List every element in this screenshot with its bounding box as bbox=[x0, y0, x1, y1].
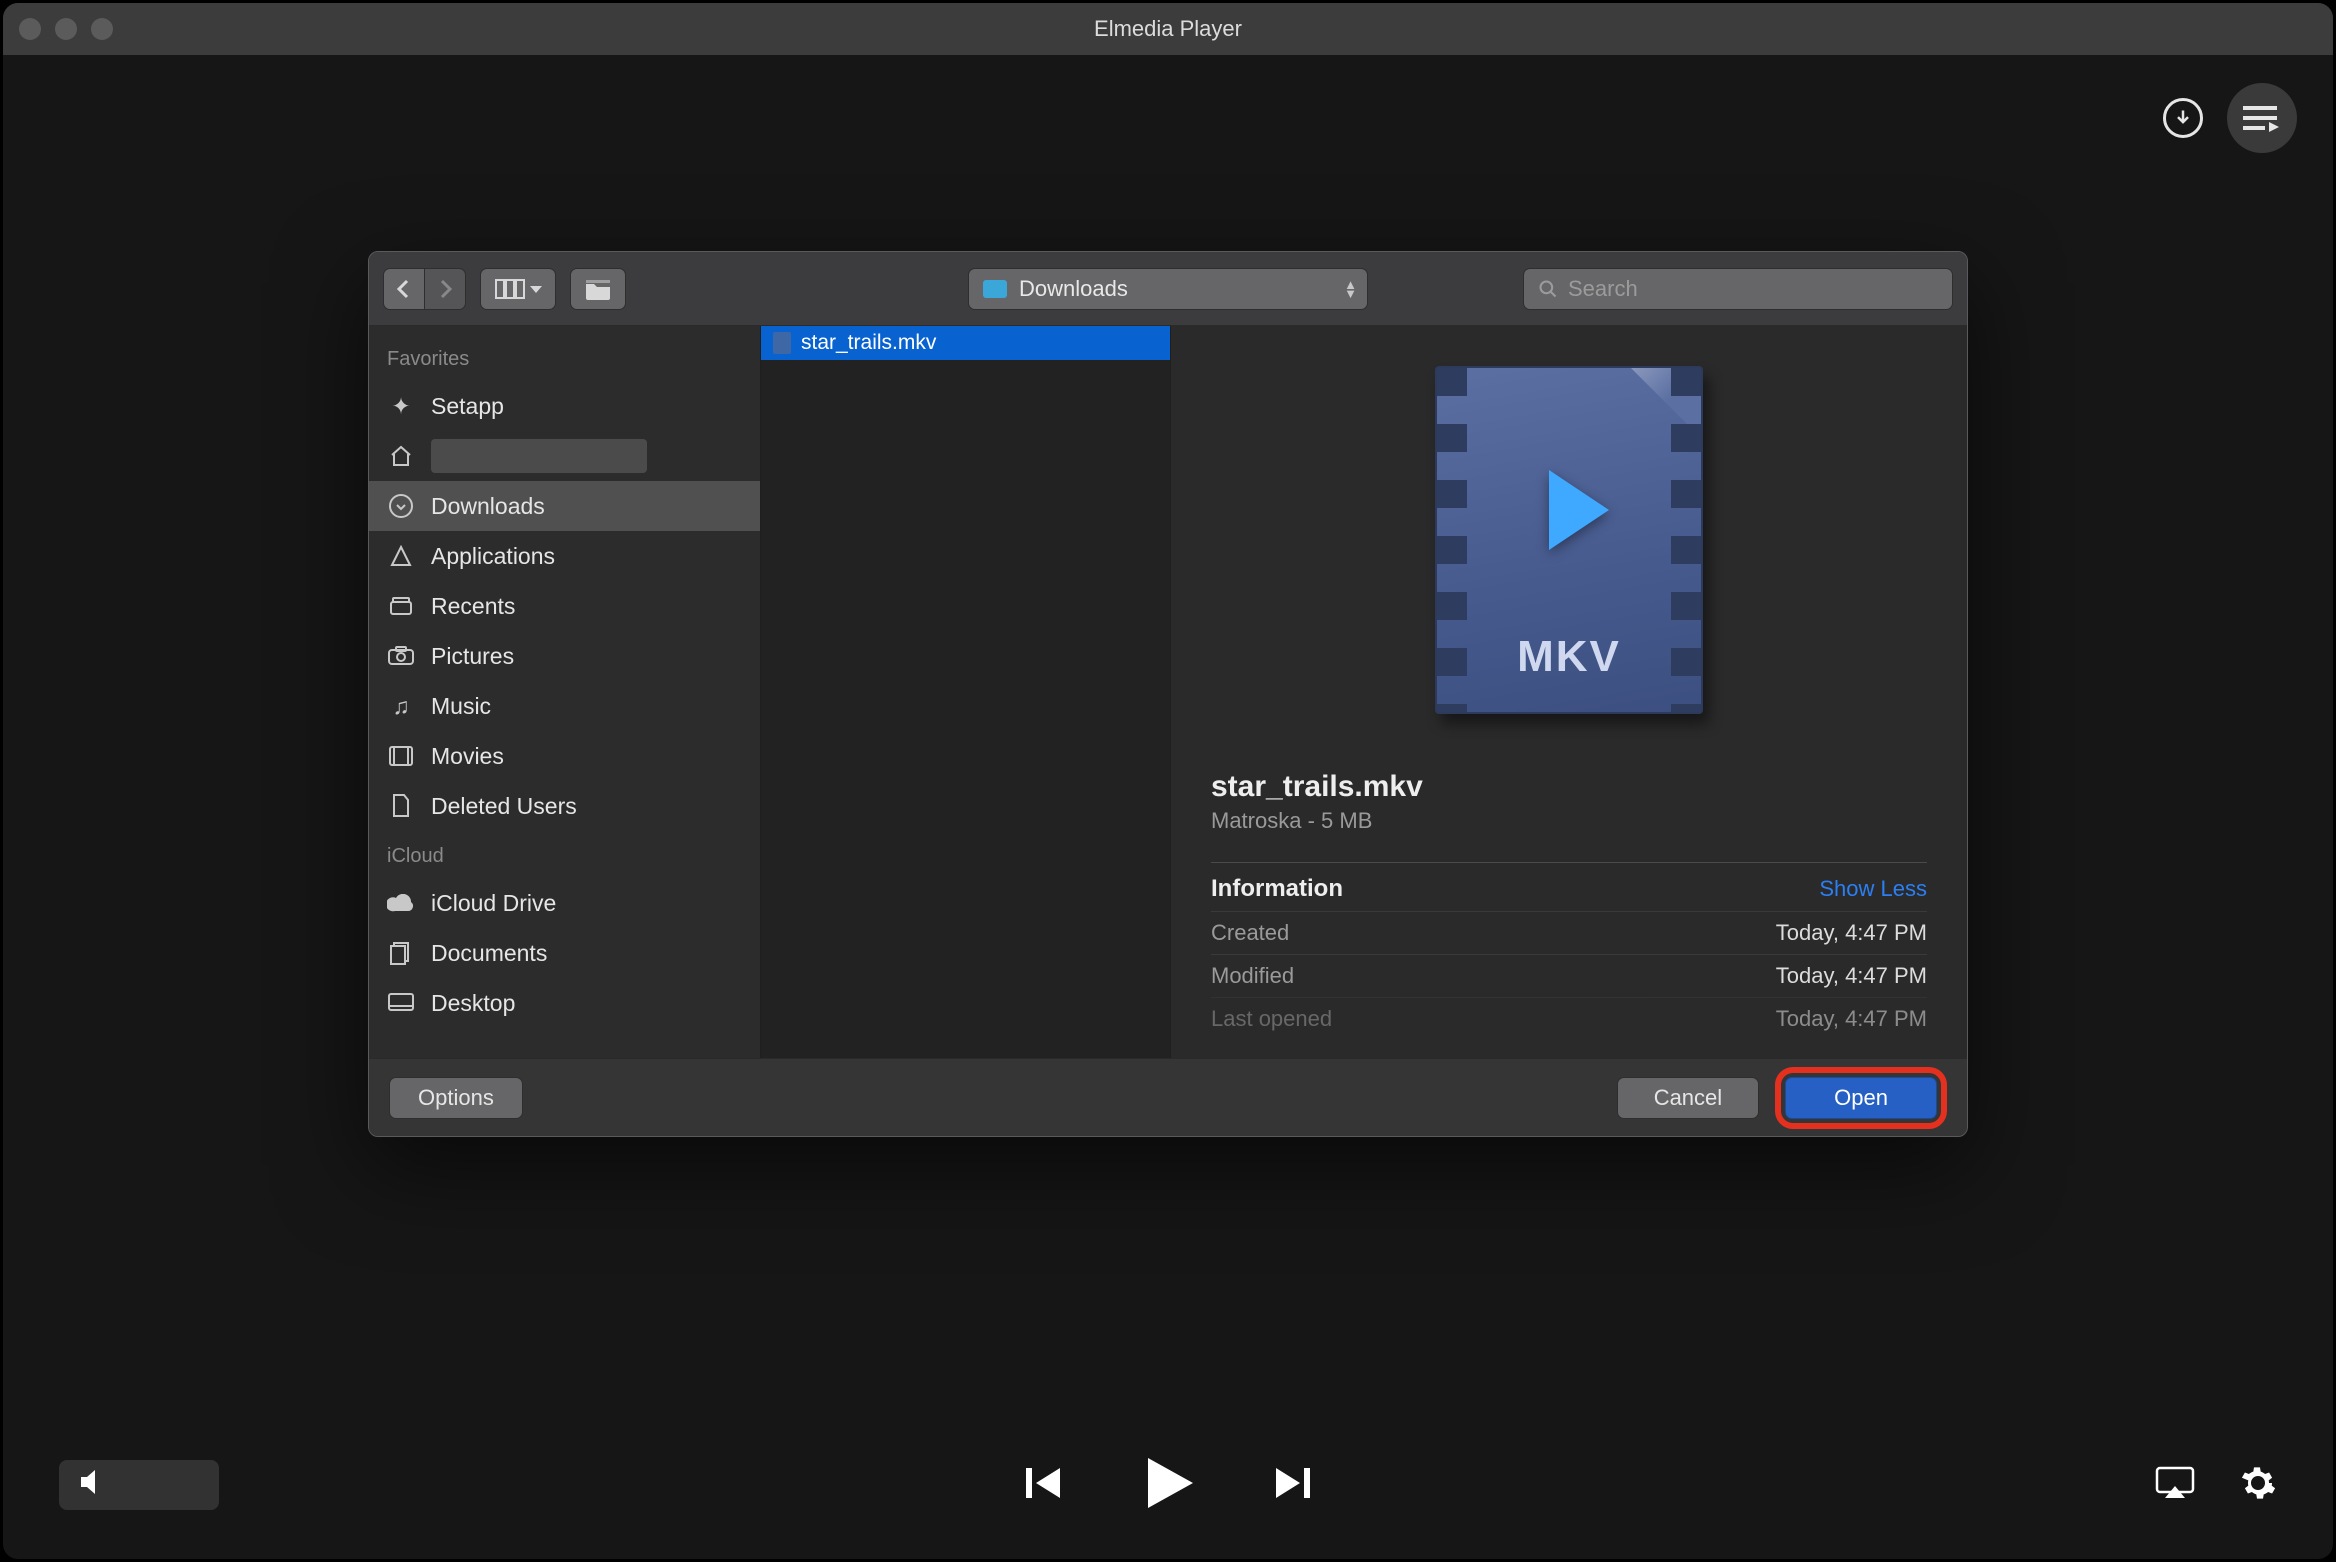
downloads-folder-icon bbox=[387, 494, 415, 518]
preview-pane: MKV star_trails.mkv Matroska - 5 MB Info… bbox=[1171, 326, 1967, 1058]
recents-icon bbox=[387, 596, 415, 616]
sidebar-item-applications[interactable]: Applications bbox=[369, 531, 760, 581]
info-row-modified: Modified Today, 4:47 PM bbox=[1211, 954, 1927, 997]
minimize-window-button[interactable] bbox=[55, 18, 77, 40]
movies-icon bbox=[387, 746, 415, 766]
cloud-icon bbox=[387, 894, 415, 912]
applications-icon bbox=[387, 545, 415, 567]
file-name: star_trails.mkv bbox=[801, 331, 936, 355]
dialog-toolbar: Downloads ▲▼ Search bbox=[369, 252, 1967, 326]
chevron-updown-icon: ▲▼ bbox=[1344, 280, 1357, 298]
sidebar-item-label: Deleted Users bbox=[431, 793, 577, 820]
documents-icon bbox=[387, 941, 415, 965]
open-dialog: Downloads ▲▼ Search Favorites ✦ Setapp bbox=[368, 251, 1968, 1137]
favorites-header: Favorites bbox=[369, 334, 760, 381]
open-button-highlight: Open bbox=[1775, 1067, 1947, 1129]
view-mode-button[interactable] bbox=[480, 268, 556, 310]
volume-slider[interactable] bbox=[59, 1460, 219, 1510]
downloads-icon[interactable] bbox=[2163, 98, 2203, 138]
icloud-header: iCloud bbox=[369, 831, 760, 878]
search-input[interactable]: Search bbox=[1523, 268, 1953, 310]
mkv-badge: MKV bbox=[1437, 632, 1701, 682]
search-icon bbox=[1538, 279, 1558, 299]
traffic-lights bbox=[19, 18, 113, 40]
sidebar-item-music[interactable]: ♫ Music bbox=[369, 681, 760, 731]
location-label: Downloads bbox=[1019, 276, 1128, 302]
window-title: Elmedia Player bbox=[3, 16, 2333, 42]
sidebar-item-downloads[interactable]: Downloads bbox=[369, 481, 760, 531]
sidebar-item-deleted-users[interactable]: Deleted Users bbox=[369, 781, 760, 831]
volume-icon bbox=[79, 1467, 109, 1504]
titlebar: Elmedia Player bbox=[3, 3, 2333, 55]
sidebar-item-label: Desktop bbox=[431, 990, 515, 1017]
playlist-button[interactable] bbox=[2227, 83, 2297, 153]
music-icon: ♫ bbox=[387, 693, 415, 720]
search-placeholder: Search bbox=[1568, 276, 1638, 302]
sidebar-item-pictures[interactable]: Pictures bbox=[369, 631, 760, 681]
location-dropdown[interactable]: Downloads ▲▼ bbox=[968, 268, 1368, 310]
app-window: Elmedia Player bbox=[0, 0, 2336, 1562]
desktop-icon bbox=[387, 993, 415, 1013]
nav-forward-button[interactable] bbox=[425, 268, 466, 310]
sidebar-item-label bbox=[431, 439, 647, 473]
pictures-icon bbox=[387, 646, 415, 666]
sidebar-item-movies[interactable]: Movies bbox=[369, 731, 760, 781]
preview-meta: Matroska - 5 MB bbox=[1211, 808, 1927, 834]
folder-icon bbox=[983, 280, 1007, 298]
airplay-button[interactable] bbox=[2155, 1466, 2195, 1505]
nav-back-button[interactable] bbox=[383, 268, 425, 310]
sidebar-item-home[interactable] bbox=[369, 431, 760, 481]
player-controls bbox=[3, 1445, 2333, 1525]
mkv-file-icon: MKV bbox=[1435, 366, 1703, 714]
sidebar-item-label: Downloads bbox=[431, 493, 545, 520]
sidebar-item-label: Pictures bbox=[431, 643, 514, 670]
file-icon bbox=[387, 794, 415, 818]
setapp-icon: ✦ bbox=[387, 393, 415, 420]
info-row-created: Created Today, 4:47 PM bbox=[1211, 911, 1927, 954]
sidebar-item-label: Documents bbox=[431, 940, 547, 967]
sidebar: Favorites ✦ Setapp Downloads bbox=[369, 326, 761, 1058]
settings-button[interactable] bbox=[2239, 1464, 2277, 1507]
file-row[interactable]: star_trails.mkv bbox=[761, 326, 1170, 360]
previous-button[interactable] bbox=[1022, 1462, 1064, 1509]
sidebar-item-setapp[interactable]: ✦ Setapp bbox=[369, 381, 760, 431]
group-button[interactable] bbox=[570, 268, 626, 310]
cancel-button[interactable]: Cancel bbox=[1617, 1077, 1759, 1119]
info-header: Information bbox=[1211, 875, 1343, 903]
sidebar-item-label: Applications bbox=[431, 543, 555, 570]
close-window-button[interactable] bbox=[19, 18, 41, 40]
info-row-last-opened: Last opened Today, 4:47 PM bbox=[1211, 997, 1927, 1040]
sidebar-item-documents[interactable]: Documents bbox=[369, 928, 760, 978]
sidebar-item-label: Movies bbox=[431, 743, 504, 770]
sidebar-item-label: iCloud Drive bbox=[431, 890, 556, 917]
options-button[interactable]: Options bbox=[389, 1077, 523, 1119]
dialog-footer: Options Cancel Open bbox=[369, 1058, 1967, 1136]
sidebar-item-label: Setapp bbox=[431, 393, 504, 420]
sidebar-item-recents[interactable]: Recents bbox=[369, 581, 760, 631]
play-button[interactable] bbox=[1138, 1453, 1198, 1518]
home-icon bbox=[387, 445, 415, 467]
show-less-button[interactable]: Show Less bbox=[1819, 876, 1927, 902]
next-button[interactable] bbox=[1272, 1462, 1314, 1509]
document-icon bbox=[773, 332, 791, 354]
sidebar-item-label: Music bbox=[431, 693, 491, 720]
open-button[interactable]: Open bbox=[1785, 1077, 1937, 1119]
preview-filename: star_trails.mkv bbox=[1211, 770, 1927, 804]
sidebar-item-icloud-drive[interactable]: iCloud Drive bbox=[369, 878, 760, 928]
sidebar-item-desktop[interactable]: Desktop bbox=[369, 978, 760, 1028]
file-list: star_trails.mkv bbox=[761, 326, 1171, 1058]
sidebar-item-label: Recents bbox=[431, 593, 515, 620]
zoom-window-button[interactable] bbox=[91, 18, 113, 40]
